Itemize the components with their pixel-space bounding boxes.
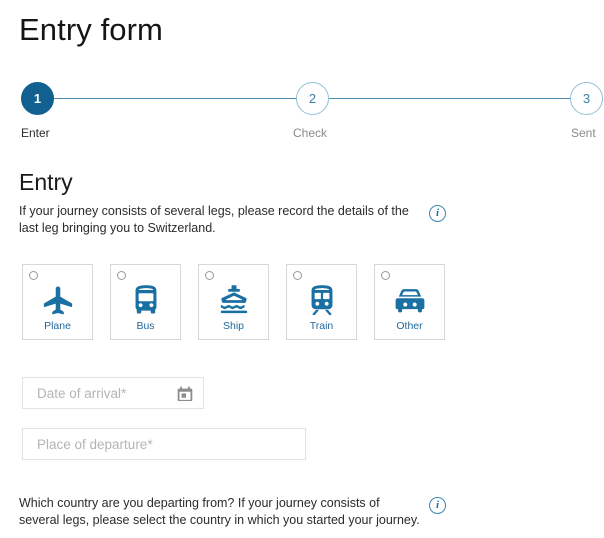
transport-option-bus[interactable]: Bus [110,264,181,340]
stepper-step-1-number: 1 [21,82,54,115]
stepper-step-2-label: Check [293,126,328,140]
date-of-arrival-field[interactable] [22,377,204,409]
transport-option-ship[interactable]: Ship [198,264,269,340]
entry-form-page: Entry form 1 Enter 2 Check 3 Sent Entry … [0,0,604,538]
outro-text: Which country are you departing from? If… [19,496,420,527]
radio-plane[interactable] [29,271,38,280]
transport-option-train-label: Train [309,320,334,332]
page-title: Entry form [19,12,163,47]
transport-option-train[interactable]: Train [286,264,357,340]
calendar-icon[interactable] [175,384,195,404]
radio-bus[interactable] [117,271,126,280]
radio-ship[interactable] [205,271,214,280]
ship-icon [199,283,268,317]
stepper-step-2[interactable]: 2 Check [293,82,329,140]
intro-text: If your journey consists of several legs… [19,204,409,235]
stepper-connector-1 [53,98,297,99]
info-icon[interactable]: i [429,205,446,222]
info-icon[interactable]: i [429,497,446,514]
transport-option-bus-label: Bus [136,320,155,332]
transport-option-plane-label: Plane [44,320,71,332]
stepper-step-2-number: 2 [296,82,329,115]
radio-train[interactable] [293,271,302,280]
plane-icon [23,283,92,317]
place-of-departure-input[interactable] [23,429,305,459]
train-icon [287,283,356,317]
radio-other[interactable] [381,271,390,280]
bus-icon [111,283,180,317]
section-heading: Entry [19,169,73,195]
stepper-step-3[interactable]: 3 Sent [570,82,603,140]
stepper-step-1[interactable]: 1 Enter [21,82,54,140]
transport-option-ship-label: Ship [222,320,244,332]
transport-option-plane[interactable]: Plane [22,264,93,340]
transport-option-other[interactable]: Other [374,264,445,340]
stepper-step-1-label: Enter [21,126,50,140]
stepper-step-3-number: 3 [570,82,603,115]
progress-stepper: 1 Enter 2 Check 3 Sent [0,82,604,142]
transport-option-other-label: Other [396,320,423,332]
stepper-step-3-label: Sent [571,126,596,140]
place-of-departure-field[interactable] [22,428,306,460]
stepper-connector-2 [329,98,570,99]
car-icon [375,283,444,317]
